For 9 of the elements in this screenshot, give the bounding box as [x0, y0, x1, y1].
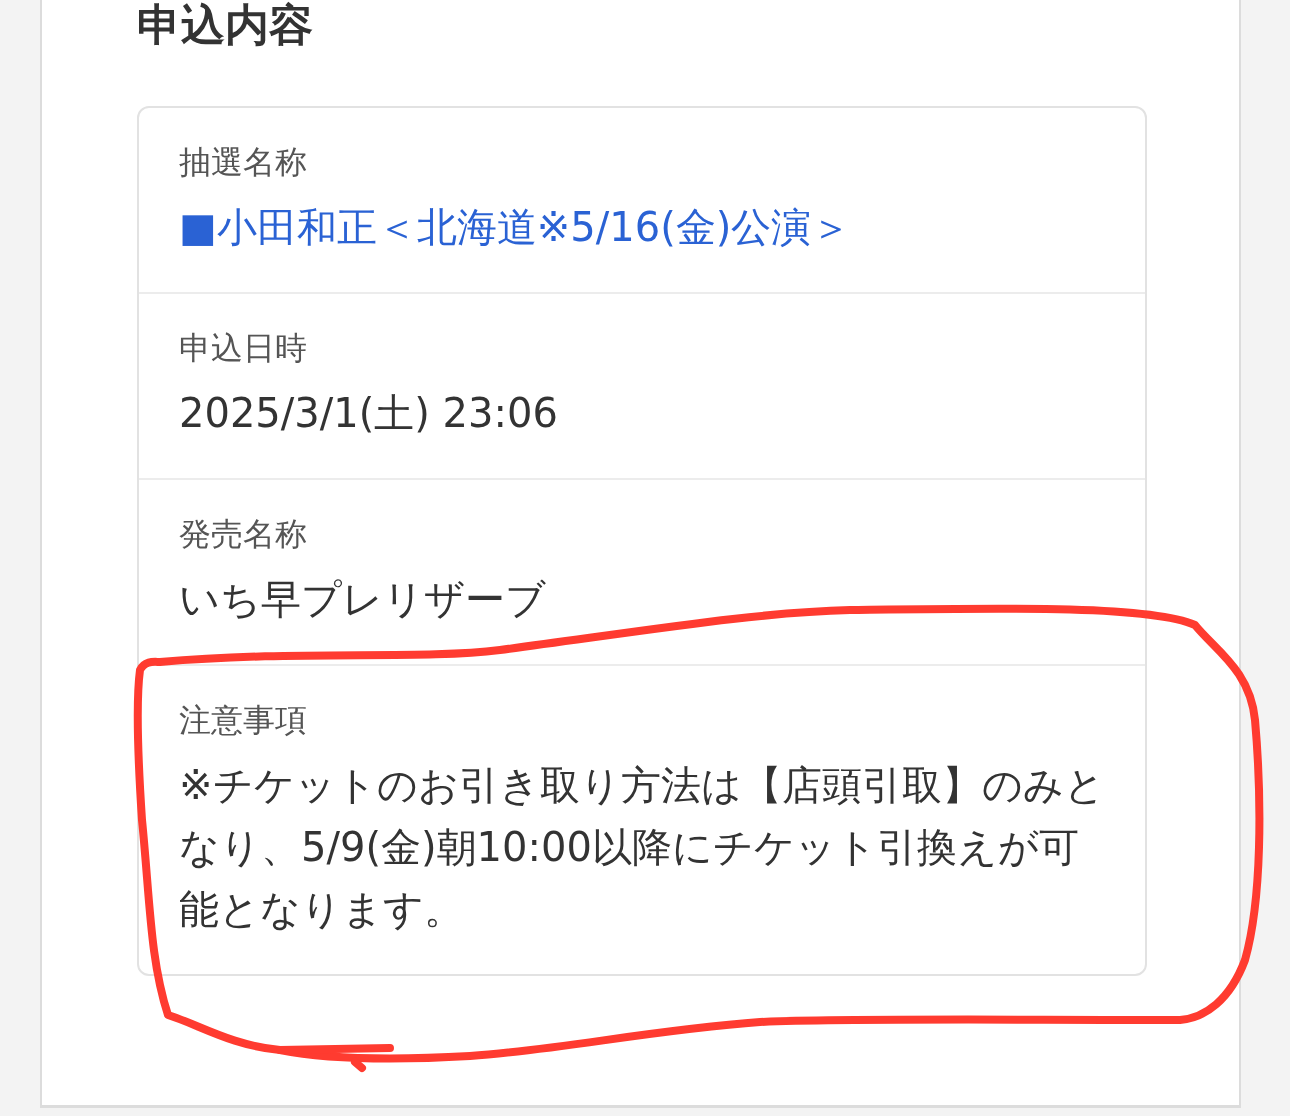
field-value: いち早プレリザーブ	[179, 575, 547, 624]
field-label: 申込日時	[179, 328, 308, 368]
field-label: 発売名称	[179, 514, 308, 554]
field-label: 抽選名称	[179, 142, 308, 182]
field-label: 注意事項	[179, 700, 308, 740]
field-value: ※チケットのお引き取り方法は【店頭引取】のみとなり、5/9(金)朝10:00以降にチケット引換えが可能となります。	[179, 761, 1106, 934]
lottery-link[interactable]: ■小田和正＜北海道※5/16(金)公演＞	[179, 196, 1107, 258]
section-title: 申込内容	[137, 0, 314, 50]
field-value: 2025/3/1(土) 23:06	[179, 389, 559, 438]
